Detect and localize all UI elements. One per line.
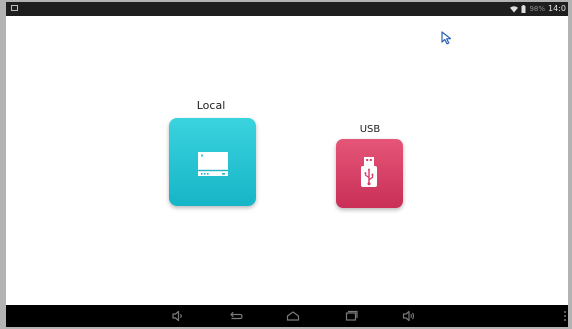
battery-percentage: 98% — [529, 5, 546, 13]
volume-up-icon — [402, 310, 415, 322]
wifi-icon — [510, 5, 519, 12]
home-button[interactable] — [285, 308, 301, 324]
menu-button[interactable] — [564, 311, 566, 321]
local-storage-label: Local — [196, 99, 226, 112]
volume-down-icon — [172, 310, 182, 322]
notification-icon — [11, 5, 18, 11]
back-icon — [230, 311, 243, 320]
local-storage-button[interactable] — [169, 118, 256, 206]
volume-up-button[interactable] — [401, 308, 417, 324]
status-right: 98% 14:0 — [510, 2, 566, 16]
device-screen: 98% 14:0 Local USB — [6, 2, 568, 327]
battery-icon — [521, 5, 526, 13]
home-icon — [286, 311, 300, 321]
recents-button[interactable] — [343, 308, 359, 324]
usb-storage-label: USB — [359, 124, 381, 135]
usb-storage-button[interactable] — [336, 139, 403, 208]
navigation-bar — [6, 305, 568, 327]
hard-drive-icon — [198, 152, 228, 176]
usb-drive-icon — [361, 157, 377, 187]
status-bar: 98% 14:0 — [6, 2, 568, 16]
recents-icon — [345, 310, 358, 321]
clock: 14:0 — [548, 4, 566, 13]
back-button[interactable] — [228, 308, 244, 324]
home-content: Local USB — [6, 16, 568, 305]
mouse-cursor-icon — [441, 31, 452, 45]
volume-down-button[interactable] — [170, 308, 186, 324]
